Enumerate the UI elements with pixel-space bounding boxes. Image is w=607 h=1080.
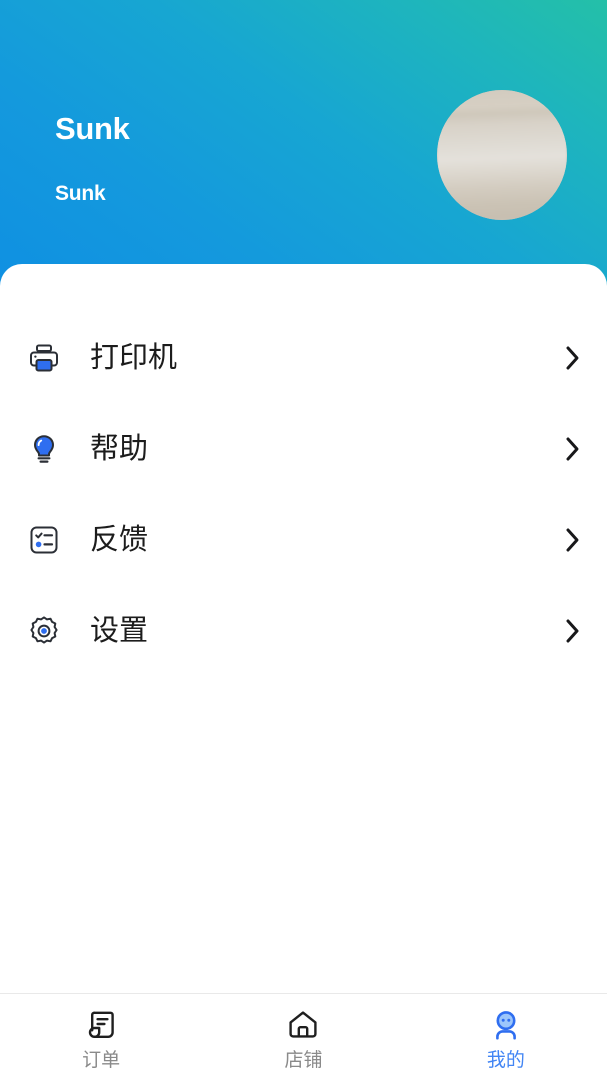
menu-item-label: 帮助	[90, 431, 149, 465]
lightbulb-icon	[22, 427, 66, 471]
settings-menu-list: 打印机 帮助 反馈 设置	[0, 312, 607, 676]
printer-icon	[22, 336, 66, 380]
gear-icon	[22, 609, 66, 653]
content-sheet: 打印机 帮助 反馈 设置	[0, 264, 607, 994]
chevron-right-icon	[561, 343, 583, 373]
checklist-icon	[22, 518, 66, 562]
bottom-navigation: 订单 店铺 我的	[0, 993, 607, 1080]
tab-orders[interactable]: 订单	[0, 994, 202, 1080]
menu-item-label: 反馈	[90, 522, 149, 556]
profile-header: Sunk Sunk	[0, 0, 607, 290]
profile-screen: Sunk Sunk 打印机 帮助 反馈 设置 订单 店铺 我的	[0, 0, 607, 1080]
menu-item-help[interactable]: 帮助	[0, 403, 607, 494]
menu-item-label: 打印机	[90, 340, 178, 374]
profile-icon	[486, 1005, 526, 1045]
menu-item-settings[interactable]: 设置	[0, 585, 607, 676]
avatar-photo	[437, 90, 567, 220]
tab-label: 订单	[82, 1049, 121, 1071]
menu-item-feedback[interactable]: 反馈	[0, 494, 607, 585]
chevron-right-icon	[561, 616, 583, 646]
tab-label: 我的	[486, 1049, 525, 1071]
home-icon	[283, 1005, 323, 1045]
receipt-icon	[81, 1005, 121, 1045]
tab-profile[interactable]: 我的	[405, 994, 607, 1080]
tab-store[interactable]: 店铺	[202, 994, 404, 1080]
tab-label: 店铺	[284, 1049, 323, 1071]
menu-item-printer[interactable]: 打印机	[0, 312, 607, 403]
chevron-right-icon	[561, 525, 583, 555]
menu-item-label: 设置	[90, 613, 149, 647]
user-display-name: Sunk	[55, 111, 130, 146]
user-subtitle: Sunk	[55, 182, 106, 205]
avatar[interactable]	[437, 90, 567, 220]
chevron-right-icon	[561, 434, 583, 464]
